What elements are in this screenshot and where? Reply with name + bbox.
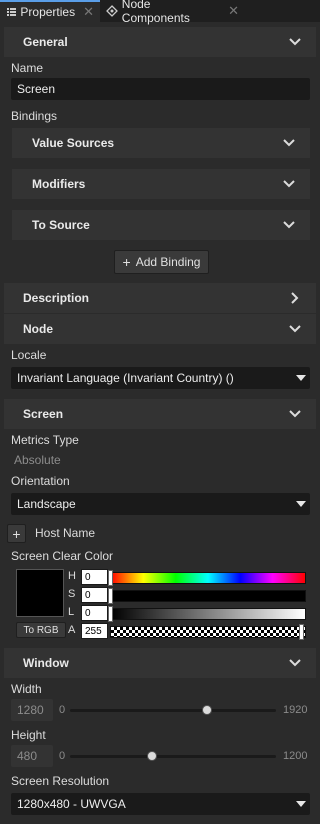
hue-slider[interactable] [110, 572, 306, 584]
height-min: 0 [59, 750, 66, 762]
h-key: H [68, 570, 76, 582]
width-value: 1280 [17, 703, 44, 717]
height-slider-thumb[interactable] [147, 751, 158, 761]
width-slider[interactable] [70, 709, 276, 712]
locale-value: Invariant Language (Invariant Country) (… [17, 371, 234, 385]
plus-icon: + [12, 525, 21, 542]
height-max: 1200 [283, 750, 308, 762]
s-key: S [68, 588, 76, 600]
dropdown-caret-icon [296, 501, 306, 507]
screen-resolution-label: Screen Resolution [11, 774, 110, 788]
section-screen-header[interactable]: Screen [4, 399, 316, 429]
to-rgb-label: To RGB [23, 624, 59, 636]
orientation-value: Landscape [17, 497, 76, 511]
saturation-slider[interactable] [110, 590, 306, 602]
name-value: Screen [17, 82, 56, 96]
plus-icon: + [122, 254, 131, 270]
tab-bar: Properties ✕ Node Components ✕ [0, 0, 320, 25]
value-sources-title: Value Sources [32, 136, 115, 150]
section-general-header[interactable]: General [4, 27, 316, 57]
add-host-name-button[interactable]: + [7, 524, 26, 543]
lightness-slider-thumb[interactable] [108, 606, 113, 622]
components-icon [106, 5, 118, 17]
name-field[interactable]: Screen [11, 78, 310, 100]
tab-properties-label: Properties [20, 5, 76, 19]
l-value: 0 [85, 607, 91, 619]
chevron-right-icon [291, 292, 299, 304]
chevron-down-icon [289, 659, 301, 667]
tab-properties[interactable]: Properties ✕ [0, 0, 100, 22]
add-binding-label: Add Binding [135, 255, 201, 269]
width-label: Width [11, 682, 42, 696]
chevron-down-icon [289, 325, 301, 333]
modifiers-header[interactable]: Modifiers [12, 169, 310, 199]
section-node-header[interactable]: Node [4, 314, 316, 344]
section-description-title: Description [23, 291, 90, 305]
orientation-label: Orientation [11, 474, 70, 488]
chevron-down-icon [283, 221, 295, 229]
alpha-slider[interactable] [110, 626, 306, 638]
close-icon[interactable]: ✕ [228, 3, 239, 19]
host-name-label: Host Name [35, 526, 96, 540]
orientation-select[interactable]: Landscape [11, 493, 310, 515]
metrics-type-value: Absolute [14, 453, 61, 467]
width-slider-thumb[interactable] [202, 705, 213, 715]
height-value: 480 [17, 749, 38, 763]
section-screen-title: Screen [23, 407, 64, 421]
lightness-slider[interactable] [110, 608, 306, 620]
height-slider[interactable] [70, 755, 276, 758]
l-input[interactable]: 0 [81, 605, 108, 621]
screen-clear-color-label: Screen Clear Color [11, 549, 114, 563]
a-value: 255 [85, 625, 102, 637]
section-description-header[interactable]: Description [4, 283, 316, 313]
s-value: 0 [85, 589, 91, 601]
saturation-slider-thumb[interactable] [108, 588, 113, 604]
chevron-down-icon [283, 139, 295, 147]
height-input[interactable]: 480 [11, 745, 53, 767]
dropdown-caret-icon [296, 375, 306, 381]
to-rgb-button[interactable]: To RGB [16, 622, 66, 638]
a-input[interactable]: 255 [81, 623, 108, 639]
chevron-down-icon [283, 180, 295, 188]
locale-label: Locale [11, 348, 47, 362]
color-swatch[interactable] [16, 569, 64, 617]
modifiers-title: Modifiers [32, 177, 86, 191]
height-label: Height [11, 728, 46, 742]
name-label: Name [11, 61, 44, 75]
bindings-label: Bindings [11, 109, 58, 123]
add-binding-button[interactable]: + Add Binding [114, 250, 209, 274]
width-input[interactable]: 1280 [11, 699, 53, 721]
tab-node-components[interactable]: Node Components ✕ [100, 0, 245, 25]
h-value: 0 [85, 571, 91, 583]
width-max: 1920 [283, 704, 308, 716]
locale-select[interactable]: Invariant Language (Invariant Country) (… [11, 367, 310, 389]
chevron-down-icon [289, 38, 301, 46]
width-min: 0 [59, 704, 66, 716]
screen-resolution-select[interactable]: 1280x480 - UWVGA [11, 793, 310, 815]
section-window-title: Window [23, 656, 69, 670]
section-general-title: General [23, 35, 68, 49]
section-window-header[interactable]: Window [4, 648, 316, 678]
h-input[interactable]: 0 [81, 569, 108, 585]
dropdown-caret-icon [296, 801, 306, 807]
list-icon [7, 8, 17, 16]
section-node-title: Node [23, 322, 53, 336]
chevron-down-icon [289, 410, 301, 418]
value-sources-header[interactable]: Value Sources [12, 128, 310, 158]
metrics-type-label: Metrics Type [11, 433, 79, 447]
to-source-header[interactable]: To Source [12, 210, 310, 240]
screen-resolution-value: 1280x480 - UWVGA [17, 797, 126, 811]
l-key: L [68, 606, 75, 618]
to-source-title: To Source [32, 218, 90, 232]
a-key: A [68, 624, 76, 636]
hue-slider-thumb[interactable] [108, 570, 113, 586]
alpha-slider-thumb[interactable] [299, 624, 304, 640]
tab-node-components-label: Node Components [121, 0, 190, 25]
s-input[interactable]: 0 [81, 587, 108, 603]
close-icon[interactable]: ✕ [83, 4, 94, 20]
